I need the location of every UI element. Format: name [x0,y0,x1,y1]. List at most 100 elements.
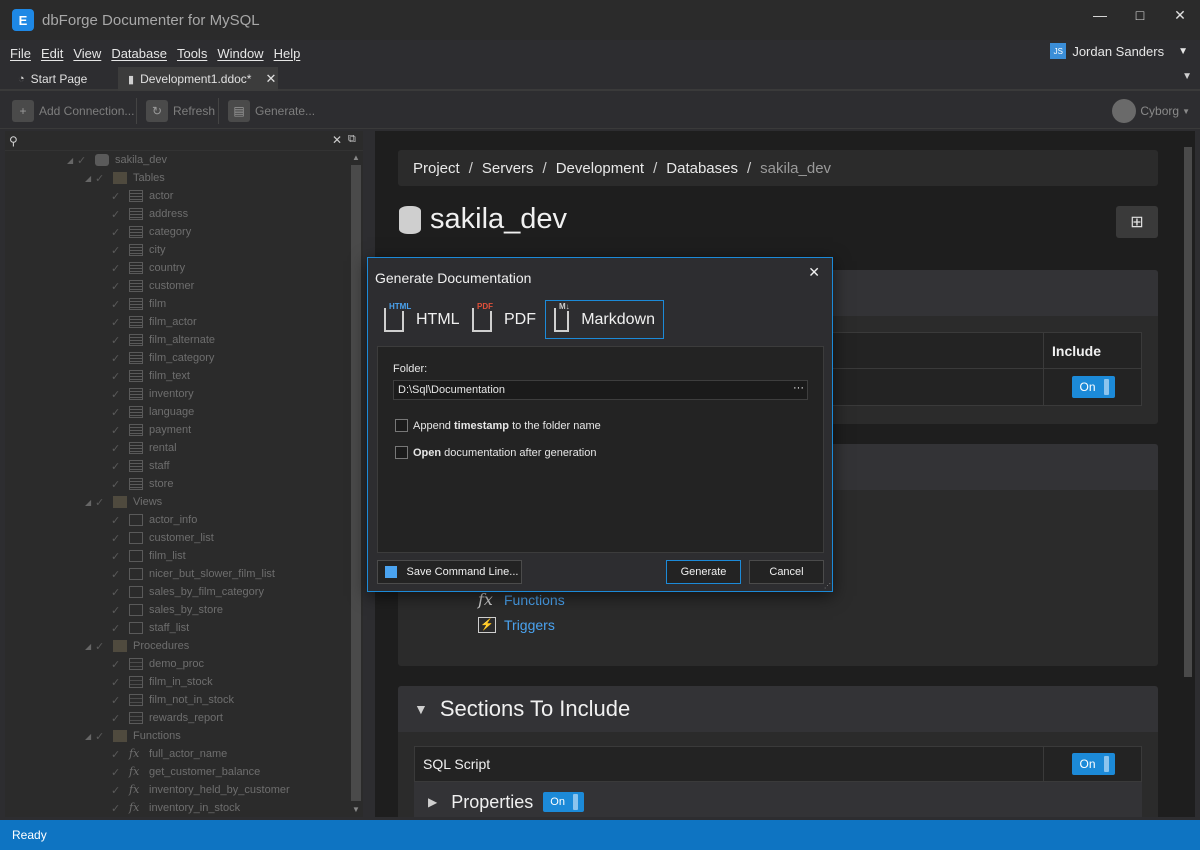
check-icon[interactable]: ✓ [111,676,125,689]
check-icon[interactable]: ✓ [111,766,125,779]
tree-item-proc[interactable]: ✓ rewards_report [101,709,223,727]
check-icon[interactable]: ✓ [111,370,125,383]
tree-item-table[interactable]: ✓ film_text [101,367,190,385]
scrollbar-thumb[interactable] [1184,147,1192,677]
tab-start-page[interactable]: ◔ Start Page [8,67,97,91]
format-pdf-option[interactable]: PDF PDF [464,300,544,339]
check-icon[interactable]: ✓ [111,712,125,725]
folder-input[interactable]: D:\Sql\Documentation ··· [393,380,808,400]
check-icon[interactable]: ✓ [77,154,91,167]
tree-item-fx[interactable]: ✓ fx inventory_held_by_customer [101,781,290,799]
maximize-button[interactable]: □ [1120,0,1160,30]
tab-list-chevron-icon[interactable]: ▼ [1182,71,1192,82]
tree-item-table[interactable]: ✓ customer [101,277,194,295]
save-command-line-button[interactable]: Save Command Line... [377,560,522,584]
check-icon[interactable]: ✓ [111,514,125,527]
tree-item-table[interactable]: ✓ category [101,223,191,241]
breadcrumb-development[interactable]: Development [556,160,644,177]
resize-grip-icon[interactable]: ⋰ [824,582,831,590]
check-icon[interactable]: ✓ [111,586,125,599]
properties-toggle[interactable]: On [543,792,584,812]
layout-grid-button[interactable]: ⊞ [1116,206,1158,238]
expand-arrow-icon[interactable]: ◢ [85,498,95,507]
check-icon[interactable]: ✓ [111,316,125,329]
sql-script-toggle[interactable]: On [1072,753,1115,775]
document-scrollbar[interactable] [1181,131,1195,817]
menu-edit[interactable]: Edit [41,46,63,61]
tree-item-table[interactable]: ✓ film_actor [101,313,197,331]
append-timestamp-checkbox[interactable]: Append timestamp to the folder name [395,419,601,432]
tree-item-folder[interactable]: ◢ ✓ Functions [85,727,181,745]
tree-item-db[interactable]: ◢ ✓ sakila_dev [67,151,167,169]
check-icon[interactable]: ✓ [111,460,125,473]
generate-toolbar-button[interactable]: ▤ Generate... [228,93,315,129]
triggers-link[interactable]: ⚡ Triggers [478,617,555,633]
format-markdown-option[interactable]: M↓ Markdown [545,300,664,339]
tree-item-fx[interactable]: ✓ fx get_customer_balance [101,763,260,781]
tree-item-folder[interactable]: ◢ ✓ Tables [85,169,165,187]
theme-selector[interactable]: Cyborg ▼ [1112,99,1190,123]
check-icon[interactable]: ✓ [111,550,125,563]
include-toggle[interactable]: On [1072,376,1115,398]
sections-header[interactable]: ▼ Sections To Include [398,686,1158,732]
expand-arrow-icon[interactable]: ◢ [85,732,95,741]
breadcrumb-servers[interactable]: Servers [482,160,534,177]
add-connection-button[interactable]: + Add Connection... [12,93,134,129]
tree-item-table[interactable]: ✓ actor [101,187,173,205]
menu-help[interactable]: Help [274,46,301,61]
tree-item-table[interactable]: ✓ film_category [101,349,214,367]
check-icon[interactable]: ✓ [95,640,109,653]
check-icon[interactable]: ✓ [111,226,125,239]
scrollbar-thumb[interactable] [351,165,361,801]
checkbox[interactable] [395,419,408,432]
refresh-button[interactable]: ↻ Refresh [146,93,215,129]
checkbox[interactable] [395,446,408,459]
expand-arrow-icon[interactable]: ◢ [67,156,77,165]
open-after-generation-checkbox[interactable]: Open documentation after generation [395,446,596,459]
tree-item-table[interactable]: ✓ film [101,295,166,313]
menu-view[interactable]: View [73,46,101,61]
check-icon[interactable]: ✓ [111,658,125,671]
breadcrumb-databases[interactable]: Databases [666,160,738,177]
tree-item-table[interactable]: ✓ rental [101,439,177,457]
check-icon[interactable]: ✓ [111,280,125,293]
tree-item-proc[interactable]: ✓ film_in_stock [101,673,213,691]
tree-item-table[interactable]: ✓ inventory [101,385,194,403]
tree-item-table[interactable]: ✓ staff [101,457,170,475]
functions-link[interactable]: fx Functions [478,590,565,609]
tree-item-view[interactable]: ✓ sales_by_film_category [101,583,264,601]
browse-button[interactable]: ··· [793,382,804,394]
check-icon[interactable]: ✓ [111,442,125,455]
tree-item-table[interactable]: ✓ city [101,241,166,259]
check-icon[interactable]: ✓ [111,424,125,437]
scroll-down-icon[interactable]: ▼ [352,805,360,814]
breadcrumb-project[interactable]: Project [413,160,460,177]
close-tab-icon[interactable]: ✕ [265,71,276,87]
cancel-button[interactable]: Cancel [749,560,824,584]
check-icon[interactable]: ✓ [111,406,125,419]
tree-search-bar[interactable]: ⚲ ✕ ⧉ [5,131,363,151]
check-icon[interactable]: ✓ [95,730,109,743]
tree-item-view[interactable]: ✓ customer_list [101,529,214,547]
dialog-close-icon[interactable]: ✕ [808,264,820,281]
menu-window[interactable]: Window [217,46,263,61]
check-icon[interactable]: ✓ [111,802,125,815]
check-icon[interactable]: ✓ [111,568,125,581]
tree-item-proc[interactable]: ✓ film_not_in_stock [101,691,234,709]
tree-item-view[interactable]: ✓ sales_by_store [101,601,223,619]
check-icon[interactable]: ✓ [95,496,109,509]
menu-tools[interactable]: Tools [177,46,207,61]
check-icon[interactable]: ✓ [111,784,125,797]
check-icon[interactable]: ✓ [111,622,125,635]
check-icon[interactable]: ✓ [111,748,125,761]
tree-item-table[interactable]: ✓ address [101,205,188,223]
tree-item-view[interactable]: ✓ staff_list [101,619,189,637]
check-icon[interactable]: ✓ [111,532,125,545]
tree-item-table[interactable]: ✓ country [101,259,185,277]
check-icon[interactable]: ✓ [111,352,125,365]
expand-arrow-icon[interactable]: ◢ [85,642,95,651]
tree-item-folder[interactable]: ◢ ✓ Procedures [85,637,189,655]
format-html-option[interactable]: HTML HTML [376,300,468,339]
properties-row[interactable]: ▶ Properties On [414,782,1142,817]
panel-options-icon[interactable]: ⧉ [348,133,356,146]
